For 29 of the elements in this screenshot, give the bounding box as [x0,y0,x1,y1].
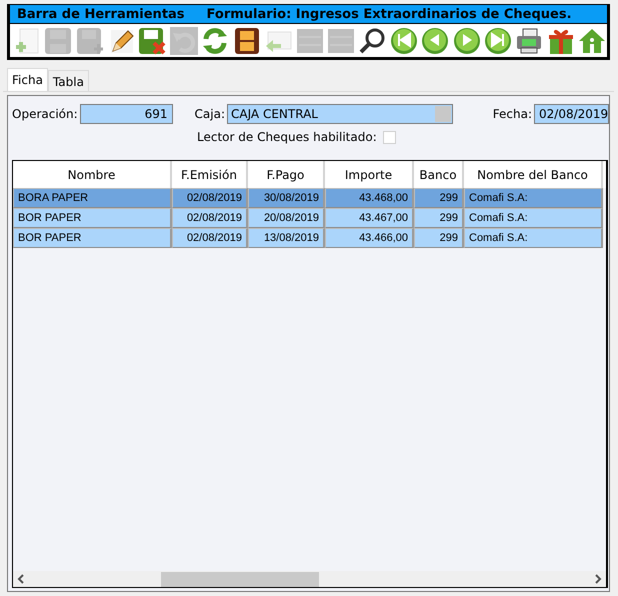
fecha-label: Fecha: [492,107,532,121]
table-cell[interactable]: 30/08/2019 [248,188,325,208]
operacion-field[interactable]: 691 [80,104,173,124]
table-cell[interactable]: Comafi S.A: [464,228,603,248]
table-cell[interactable]: 43.466,00 [325,228,414,248]
form-title: Formulario: Ingresos Extraordinarios de Cheques. [206,6,572,22]
tab[interactable]: Tabla [48,70,89,91]
lector-label: Lector de Cheques habilitado: [197,130,377,144]
operacion-label: Operación: [12,107,78,121]
table-cell[interactable]: 299 [414,188,464,208]
table-cell[interactable]: 20/08/2019 [248,208,325,228]
table-cell[interactable]: 02/08/2019 [172,188,248,208]
caja-label: Caja: [194,107,226,121]
table-cell[interactable]: 299 [414,228,464,248]
table-cell[interactable]: Comafi S.A: [464,208,603,228]
tab[interactable]: Ficha [7,68,48,91]
fecha-field[interactable]: 02/08/2019 [534,104,609,124]
table-cell[interactable]: 43.467,00 [325,208,414,228]
table-cell[interactable]: 13/08/2019 [248,228,325,248]
table-cell[interactable]: Comafi S.A: [464,188,603,208]
table-cell[interactable]: BOR PAPER [13,208,172,228]
table-cell[interactable]: BOR PAPER [13,228,172,248]
table-cell[interactable]: BORA PAPER [13,188,172,208]
table-cell[interactable]: 02/08/2019 [172,208,248,228]
table-cell[interactable]: 299 [414,208,464,228]
caja-dropdown[interactable]: CAJA CENTRAL [227,104,453,124]
table-cell[interactable]: 02/08/2019 [172,228,248,248]
table-cell[interactable]: 43.468,00 [325,188,414,208]
toolbar-label: Barra de Herramientas [17,6,185,22]
